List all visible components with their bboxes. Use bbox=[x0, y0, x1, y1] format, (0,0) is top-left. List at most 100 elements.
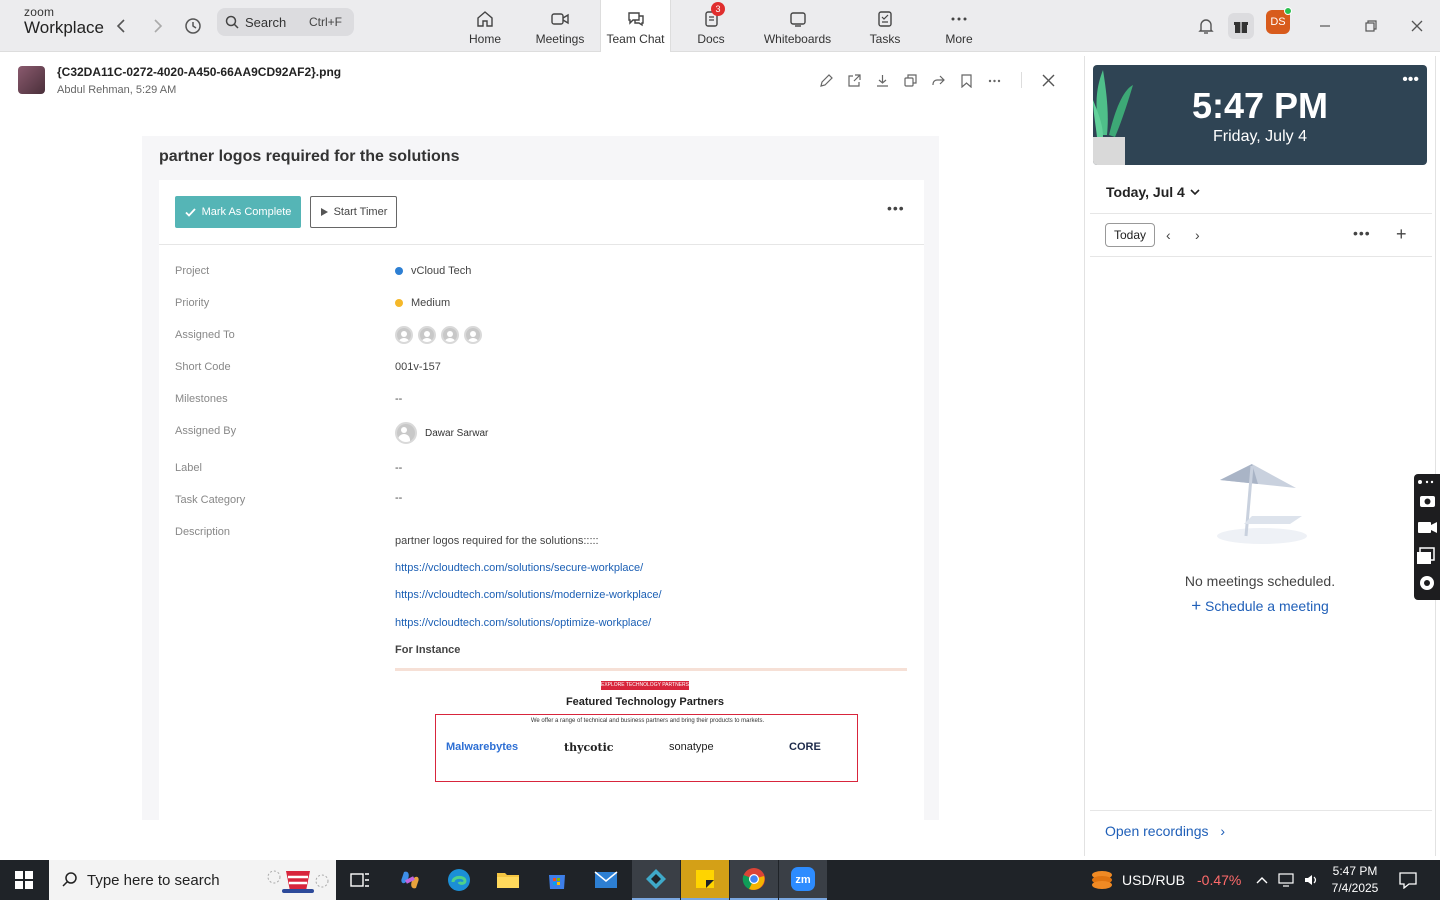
tab-home-label: Home bbox=[468, 32, 501, 46]
task-view-icon[interactable] bbox=[336, 860, 384, 900]
ticker-change: -0.47% bbox=[1197, 872, 1242, 888]
edge-browser-icon[interactable] bbox=[435, 860, 483, 900]
sticky-notes-icon[interactable] bbox=[681, 860, 729, 900]
close-window-icon[interactable] bbox=[1404, 13, 1430, 39]
search-box[interactable]: Search Ctrl+F bbox=[217, 8, 354, 36]
task-category-label: Task Category bbox=[175, 494, 246, 506]
share-arrow-icon[interactable] bbox=[929, 71, 947, 89]
mark-complete-button[interactable]: Mark As Complete bbox=[175, 196, 301, 228]
more-dots-icon bbox=[951, 17, 967, 21]
task-more-icon[interactable]: ••• bbox=[887, 200, 905, 216]
download-icon[interactable] bbox=[873, 71, 891, 89]
tab-whiteboards[interactable]: Whiteboards bbox=[760, 0, 835, 52]
malwarebytes-logo: Malwarebytes bbox=[446, 741, 519, 753]
top-bar: zoom Workplace Search Ctrl+F Home Meetin… bbox=[0, 0, 1440, 52]
avatar bbox=[441, 326, 459, 344]
task-category-value: -- bbox=[395, 492, 403, 504]
tab-tasks[interactable]: Tasks bbox=[862, 0, 908, 52]
prev-day-icon[interactable]: ‹ bbox=[1166, 227, 1171, 243]
open-external-icon[interactable] bbox=[845, 71, 863, 89]
system-tray[interactable] bbox=[1256, 860, 1320, 900]
zoom-app-icon[interactable]: zm bbox=[779, 860, 827, 900]
calendar-date-dropdown[interactable]: Today, Jul 4 bbox=[1106, 184, 1201, 200]
copilot-icon[interactable] bbox=[386, 860, 434, 900]
tab-more[interactable]: More bbox=[938, 0, 980, 52]
app-diamond-icon[interactable] bbox=[632, 860, 680, 900]
embed-subtext: We offer a range of technical and busine… bbox=[530, 718, 765, 724]
bookmark-icon[interactable] bbox=[957, 71, 975, 89]
divider bbox=[1090, 810, 1432, 811]
network-icon bbox=[1278, 873, 1294, 887]
add-event-icon[interactable]: + bbox=[1396, 224, 1407, 245]
clock-more-icon[interactable]: ••• bbox=[1402, 71, 1419, 89]
chrome-browser-icon[interactable] bbox=[730, 860, 778, 900]
taskbar-clock[interactable]: 5:47 PM 7/4/2025 bbox=[1322, 863, 1388, 897]
file-meta: Abdul Rehman, 5:29 AM bbox=[57, 84, 177, 96]
forward-arrow-icon[interactable] bbox=[145, 13, 171, 39]
avatar bbox=[395, 422, 417, 444]
description-link[interactable]: https://vcloudtech.com/solutions/moderni… bbox=[395, 589, 662, 601]
volume-icon bbox=[1305, 875, 1317, 885]
tab-home[interactable]: Home bbox=[460, 0, 510, 52]
priority-color-dot bbox=[395, 299, 403, 307]
today-button[interactable]: Today bbox=[1105, 223, 1155, 247]
search-shortcut: Ctrl+F bbox=[309, 15, 342, 29]
short-code-value: 001v-157 bbox=[395, 361, 441, 373]
taskbar-time: 5:47 PM bbox=[1332, 864, 1378, 878]
avatar bbox=[395, 326, 413, 344]
video-camera-icon bbox=[551, 13, 569, 25]
chevron-right-icon: › bbox=[1220, 823, 1226, 839]
plus-icon: + bbox=[1191, 596, 1202, 615]
mark-complete-label: Mark As Complete bbox=[201, 206, 292, 218]
project-color-dot bbox=[395, 267, 403, 275]
tab-docs[interactable]: Docs 3 bbox=[686, 0, 736, 52]
file-explorer-icon[interactable] bbox=[484, 860, 532, 900]
currency-ticker[interactable]: USD/RUB -0.47% bbox=[1090, 860, 1241, 900]
tab-team-chat[interactable]: Team Chat bbox=[600, 0, 671, 52]
calendar-more-icon[interactable]: ••• bbox=[1353, 225, 1371, 241]
open-recordings-label: Open recordings bbox=[1105, 823, 1209, 839]
chevron-up-icon bbox=[1256, 877, 1268, 884]
history-icon[interactable] bbox=[180, 13, 206, 39]
assigned-to-avatars[interactable] bbox=[395, 326, 482, 344]
chevron-down-icon bbox=[1190, 189, 1200, 196]
more-actions-icon[interactable] bbox=[985, 71, 1003, 89]
windows-start-icon[interactable] bbox=[0, 860, 48, 900]
copy-icon[interactable] bbox=[901, 71, 919, 89]
open-recordings-link[interactable]: Open recordings › bbox=[1105, 823, 1225, 839]
taskbar-search[interactable]: Type here to search bbox=[49, 860, 336, 900]
no-meetings-text: No meetings scheduled. bbox=[1184, 573, 1336, 589]
assigned-by-label: Assigned By bbox=[175, 425, 237, 437]
tab-meetings[interactable]: Meetings bbox=[530, 0, 590, 52]
notifications-icon[interactable] bbox=[1386, 860, 1430, 900]
taskbar-date: 7/4/2025 bbox=[1331, 881, 1379, 895]
short-code-label: Short Code bbox=[175, 361, 231, 373]
apps-gift-icon[interactable] bbox=[1228, 13, 1254, 39]
next-day-icon[interactable]: › bbox=[1195, 227, 1200, 243]
close-preview-icon[interactable] bbox=[1039, 71, 1057, 89]
start-timer-button[interactable]: Start Timer bbox=[310, 196, 397, 228]
sender-avatar bbox=[18, 66, 45, 94]
search-icon bbox=[225, 15, 239, 29]
schedule-meeting-link[interactable]: + Schedule a meeting bbox=[1084, 596, 1436, 616]
whiteboard-icon bbox=[789, 12, 806, 27]
description-link[interactable]: https://vcloudtech.com/solutions/optimiz… bbox=[395, 617, 651, 629]
divider bbox=[1021, 72, 1022, 88]
description-link[interactable]: https://vcloudtech.com/solutions/secure-… bbox=[395, 562, 643, 574]
taskbar-search-placeholder: Type here to search bbox=[87, 871, 220, 889]
schedule-meeting-label: Schedule a meeting bbox=[1205, 598, 1329, 614]
bell-icon[interactable] bbox=[1193, 13, 1219, 39]
edit-pencil-icon[interactable] bbox=[817, 71, 835, 89]
assigned-by-name: Dawar Sarwar bbox=[425, 427, 489, 439]
check-icon bbox=[184, 207, 196, 217]
mail-icon[interactable] bbox=[582, 860, 630, 900]
tab-meetings-label: Meetings bbox=[535, 32, 585, 46]
project-label: Project bbox=[175, 265, 210, 277]
play-icon bbox=[320, 208, 328, 216]
microsoft-store-icon[interactable] bbox=[533, 860, 581, 900]
back-arrow-icon[interactable] bbox=[108, 13, 134, 39]
minimize-icon[interactable] bbox=[1312, 13, 1338, 39]
priority-name: Medium bbox=[411, 297, 451, 309]
home-icon bbox=[477, 11, 493, 27]
restore-icon[interactable] bbox=[1358, 13, 1384, 39]
